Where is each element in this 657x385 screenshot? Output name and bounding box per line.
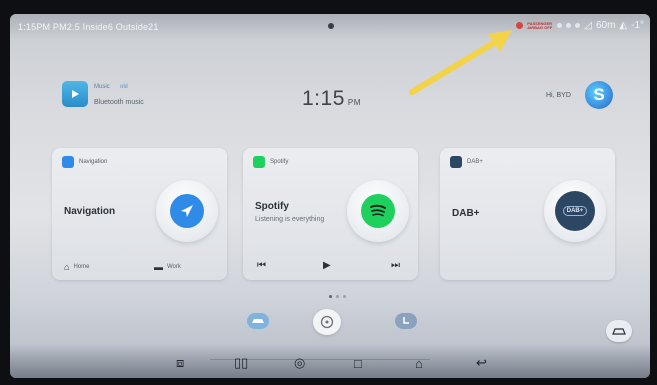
- spotify-header-label: Spotify: [270, 159, 289, 165]
- page-dot: [343, 295, 346, 298]
- music-source[interactable]: Bluetooth music: [94, 99, 144, 106]
- dab-badge: DAB+: [562, 206, 588, 216]
- location-icon: [566, 23, 572, 28]
- user-greeting: Hi, BYD: [546, 92, 571, 99]
- equalizer-icon: ıılıl: [120, 84, 128, 90]
- navigation-card-header: Navigation: [62, 156, 107, 168]
- next-track-icon[interactable]: ⏭: [391, 260, 400, 271]
- bluetooth-icon: [557, 23, 563, 28]
- work-shortcut[interactable]: ▬ Work: [154, 262, 181, 272]
- status-icons: PASSENGER AIRBAG OFF ◿ 60m ◭ -1°: [516, 20, 644, 31]
- navigation-card[interactable]: Navigation Navigation ⌂ Home ▬ Work: [52, 148, 227, 280]
- spotify-small-icon: [253, 156, 265, 168]
- back-icon[interactable]: ↩: [476, 355, 487, 371]
- play-icon: [72, 90, 79, 98]
- dab-header-label: DAB+: [467, 159, 483, 165]
- outside-temperature: -1°: [631, 20, 644, 31]
- range-icon: ◿: [584, 20, 592, 31]
- home-icon: ⌂: [64, 262, 70, 272]
- dab-launch-button[interactable]: DAB+: [544, 180, 606, 242]
- spotify-icon: [361, 194, 395, 228]
- camera-icon: [328, 23, 334, 29]
- dab-radio-icon: DAB+: [555, 191, 595, 231]
- recent-apps-icon[interactable]: □: [354, 356, 362, 371]
- clock: 1:15 PM: [302, 87, 361, 111]
- spotify-card[interactable]: Spotify Spotify Listening is everything …: [243, 148, 418, 280]
- vehicle-quick-icon[interactable]: [247, 313, 269, 329]
- status-bar: 1:15PM PM2.5 Inside6 Outside21 PASSENGER…: [10, 14, 650, 40]
- dab-card[interactable]: DAB+ DAB+ DAB+: [440, 148, 615, 280]
- signal-icon: [575, 23, 581, 28]
- navigation-arrow-icon: [170, 194, 204, 228]
- status-air-quality: 1:15PM PM2.5 Inside6 Outside21: [18, 22, 159, 32]
- dab-small-icon: [450, 156, 462, 168]
- navigation-title: Navigation: [64, 206, 116, 217]
- page-dot: [329, 295, 332, 298]
- briefcase-icon: ▬: [154, 262, 163, 272]
- dab-card-header: DAB+: [450, 156, 483, 168]
- work-label: Work: [167, 264, 181, 270]
- climate-fan-icon[interactable]: [313, 309, 341, 335]
- navigation-header-label: Navigation: [79, 159, 108, 165]
- navigation-small-icon: [62, 156, 74, 168]
- play-icon[interactable]: ▶: [323, 260, 331, 271]
- temperature-icon: ◭: [619, 20, 628, 31]
- spotify-subtitle: Listening is everything: [255, 216, 325, 223]
- home-label: Home: [73, 264, 90, 270]
- assistant-logo[interactable]: S: [585, 81, 613, 109]
- dab-title: DAB+: [452, 208, 480, 219]
- home-shortcut[interactable]: ⌂ Home: [64, 262, 89, 272]
- previous-track-icon[interactable]: ⏮: [257, 260, 266, 271]
- clock-period: PM: [347, 98, 361, 107]
- navigation-launch-button[interactable]: [156, 180, 218, 242]
- bottom-navigation-bar: [10, 344, 650, 378]
- split-screen-icon[interactable]: ▯▯: [234, 355, 248, 371]
- spotify-card-header: Spotify: [253, 156, 288, 168]
- screen-mirror-icon[interactable]: ⧈: [176, 355, 184, 371]
- infotainment-screen: 1:15PM PM2.5 Inside6 Outside21 PASSENGER…: [10, 14, 650, 378]
- page-indicator: [329, 295, 346, 298]
- voice-assistant-icon[interactable]: ◎: [294, 355, 305, 371]
- airbag-status-text: PASSENGER AIRBAG OFF: [527, 20, 553, 30]
- airbag-warning-icon: [516, 22, 524, 29]
- car-status-button[interactable]: [606, 320, 632, 342]
- home-button-icon[interactable]: ⌂: [415, 356, 423, 371]
- music-app-icon[interactable]: [62, 81, 88, 107]
- seat-quick-icon[interactable]: [395, 313, 417, 329]
- page-dot: [336, 295, 339, 298]
- music-label: Music: [94, 84, 110, 90]
- spotify-title: Spotify: [255, 201, 289, 212]
- clock-time: 1:15: [302, 87, 345, 110]
- range-value: 60m: [595, 20, 616, 31]
- assistant-logo-letter: S: [593, 85, 605, 104]
- spotify-launch-button[interactable]: [347, 180, 409, 242]
